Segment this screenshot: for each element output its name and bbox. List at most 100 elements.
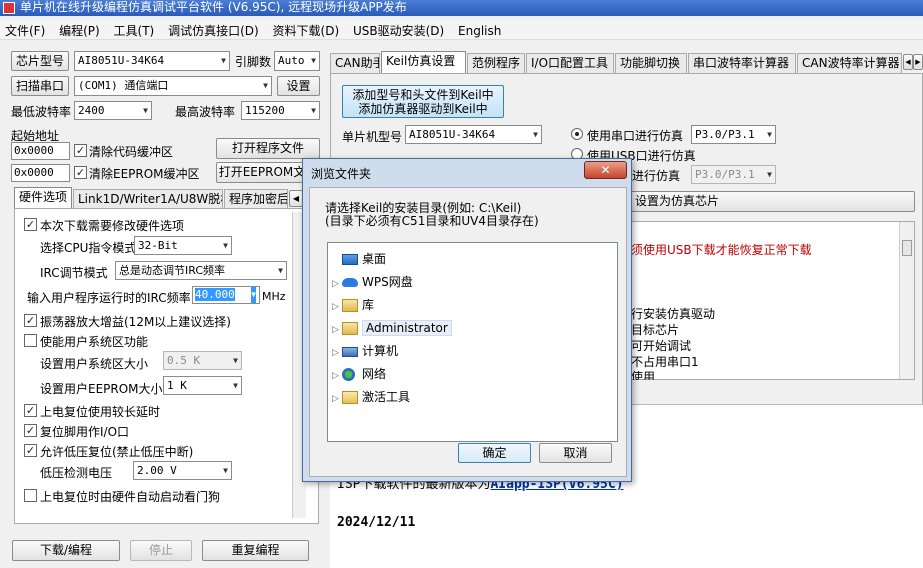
expand-arrow-icon[interactable]: ▷	[332, 297, 342, 317]
tab-can-helper[interactable]: CAN助手	[330, 53, 380, 73]
long-delay-checkbox[interactable]: ✓	[24, 404, 37, 417]
scan-port-button[interactable]: 扫描串口	[11, 76, 69, 96]
menu-file[interactable]: 文件(F)	[0, 20, 50, 41]
lvd-voltage-select[interactable]: 2.00 V ▼	[133, 461, 232, 480]
menu-usb-driver[interactable]: USB驱动安装(D)	[348, 20, 449, 41]
lvd-reset-checkbox[interactable]: ✓	[24, 444, 37, 457]
tab-offline-writer[interactable]: Link1D/Writer1A/U8W脱机	[73, 189, 223, 209]
cpu-mode-select[interactable]: 32-Bit ▼	[134, 236, 232, 255]
open-program-file-button[interactable]: 打开程序文件	[216, 138, 320, 159]
sys-size-select[interactable]: 0.5 K ▼	[163, 351, 242, 370]
long-delay-label: 上电复位使用较长延时	[40, 405, 161, 419]
tree-item-administrator[interactable]: ▷ Administrator	[332, 318, 452, 338]
user-folder-icon	[342, 322, 358, 335]
chip-model-button[interactable]: 芯片型号	[11, 51, 69, 71]
tabs-scroll-right-button[interactable]: ▶	[913, 54, 923, 70]
tab-uart-baud-calc[interactable]: 串口波特率计算器	[688, 53, 796, 73]
chip-model-select[interactable]: AI8051U-34K64 ▼	[74, 51, 230, 71]
expand-arrow-icon[interactable]: ▷	[332, 274, 342, 294]
info-line: 行安装仿真驱动	[631, 307, 716, 321]
tree-item-computer[interactable]: ▷ 计算机	[332, 341, 398, 361]
max-baud-value: 115200	[245, 104, 285, 117]
eeprom-size-select[interactable]: 1 K ▼	[163, 376, 242, 395]
tab-keil-settings[interactable]: Keil仿真设置	[381, 51, 466, 73]
sys-area-checkbox[interactable]	[24, 334, 37, 347]
tree-label: 激活工具	[362, 390, 411, 404]
menu-bar: 文件(F) 编程(P) 工具(T) 调试仿真接口(D) 资料下载(D) USB驱…	[0, 20, 923, 40]
use-serial-radio[interactable]	[571, 128, 583, 140]
info-line: 可开始调试	[631, 339, 692, 353]
tabs-scroll-left-button[interactable]: ◀	[903, 54, 913, 70]
tab-examples[interactable]: 范例程序	[467, 53, 525, 73]
tree-item-activation-tools[interactable]: ▷ 激活工具	[332, 387, 410, 407]
serial-pins-select[interactable]: P3.0/P3.1 ▼	[691, 125, 776, 144]
chevron-down-icon: ▼	[233, 356, 238, 365]
tree-item-wps[interactable]: ▷ WPS网盘	[332, 272, 413, 292]
close-icon: ✕	[600, 163, 611, 177]
menu-downloads[interactable]: 资料下载(D)	[268, 20, 345, 41]
irc-freq-input[interactable]: 40.000 ▼	[192, 286, 260, 304]
download-program-button[interactable]: 下载/编程	[12, 540, 120, 561]
tab-pin-switch[interactable]: 功能脚切换	[615, 53, 687, 73]
dialog-cancel-button[interactable]: 取消	[539, 443, 612, 463]
folder-tree[interactable]: 桌面 ▷ WPS网盘 ▷ 库 ▷ Administrator ▷ 计算机 ▷ 网络 ▷ 激活…	[327, 242, 618, 442]
tree-label: 网络	[362, 367, 387, 381]
eeprom-address-input[interactable]: 0x0000	[11, 164, 70, 182]
third-pins-select[interactable]: P3.0/P3.1 ▼	[691, 165, 776, 184]
stop-button[interactable]: 停止	[130, 540, 192, 561]
clear-eeprom-checkbox[interactable]: ✓	[74, 166, 87, 179]
tab-program-encryption[interactable]: 程序加密后	[224, 189, 288, 209]
expand-arrow-icon[interactable]: ▷	[332, 366, 342, 386]
chevron-down-icon: ▼	[767, 130, 772, 139]
sys-area-label: 使能用户系统区功能	[40, 335, 149, 349]
menu-tools[interactable]: 工具(T)	[109, 20, 160, 41]
expand-arrow-icon[interactable]: ▷	[332, 320, 342, 340]
pins-value: Auto	[278, 54, 305, 67]
lvd-reset-label: 允许低压复位(禁止低压中断)	[40, 445, 194, 459]
max-baud-select[interactable]: 115200 ▼	[241, 101, 320, 120]
irc-mode-label: IRC调节模式	[40, 266, 108, 280]
tree-item-network[interactable]: ▷ 网络	[332, 364, 386, 384]
set-sim-chip-button[interactable]: 设置为仿真芯片	[620, 191, 915, 212]
sys-size-label: 设置用户系统区大小	[40, 357, 149, 371]
tab-io-config[interactable]: I/O口配置工具	[526, 53, 614, 73]
eeprom-size-value: 1 K	[167, 379, 187, 392]
mcu-model-select[interactable]: AI8051U-34K64 ▼	[405, 125, 542, 144]
dialog-body: 请选择Keil的安装目录(例如: C:\Keil) (目录下必须有C51目录和U…	[309, 187, 627, 477]
tab-hardware-options[interactable]: 硬件选项	[14, 187, 72, 209]
tree-label: Administrator	[362, 320, 452, 336]
clear-code-checkbox[interactable]: ✓	[74, 144, 87, 157]
info-scroll-thumb[interactable]	[902, 240, 912, 256]
dialog-ok-button[interactable]: 确定	[458, 443, 531, 463]
tree-item-desktop[interactable]: 桌面	[332, 249, 386, 269]
computer-icon	[342, 346, 358, 357]
tree-item-library[interactable]: ▷ 库	[332, 295, 374, 315]
expand-arrow-icon[interactable]: ▷	[332, 343, 342, 363]
menu-debug-interface[interactable]: 调试仿真接口(D)	[163, 20, 264, 41]
repeat-program-button[interactable]: 重复编程	[202, 540, 309, 561]
modify-hw-checkbox[interactable]: ✓	[24, 218, 37, 231]
pins-select[interactable]: Auto ▼	[274, 51, 320, 71]
tab-scroll-left-button[interactable]: ◀	[289, 190, 303, 207]
tree-label: 库	[362, 298, 375, 312]
code-address-input[interactable]: 0x0000	[11, 142, 70, 160]
min-baud-select[interactable]: 2400 ▼	[74, 101, 152, 120]
dialog-close-button[interactable]: ✕	[584, 161, 627, 179]
menu-english[interactable]: English	[453, 22, 506, 40]
tree-label: WPS网盘	[362, 275, 413, 289]
expand-arrow-icon[interactable]: ▷	[332, 389, 342, 409]
irc-mode-select[interactable]: 总是动态调节IRC频率 ▼	[115, 261, 287, 280]
add-to-keil-button[interactable]: 添加型号和头文件到Keil中 添加仿真器驱动到Keil中	[342, 85, 504, 118]
menu-program[interactable]: 编程(P)	[54, 20, 105, 41]
modify-hw-label: 本次下载需要修改硬件选项	[40, 219, 185, 233]
wdt-auto-checkbox[interactable]	[24, 489, 37, 502]
tab-can-baud-calc[interactable]: CAN波特率计算器	[797, 53, 902, 73]
osc-gain-checkbox[interactable]: ✓	[24, 314, 37, 327]
settings-button[interactable]: 设置	[277, 76, 320, 96]
max-baud-label: 最高波特率	[175, 105, 236, 119]
chevron-down-icon: ▼	[263, 81, 268, 90]
chevron-down-icon: ▼	[221, 56, 226, 65]
info-scrollbar[interactable]	[899, 222, 914, 379]
port-select[interactable]: (COM1) 通信端口 ▼	[74, 76, 272, 96]
reset-io-checkbox[interactable]: ✓	[24, 424, 37, 437]
